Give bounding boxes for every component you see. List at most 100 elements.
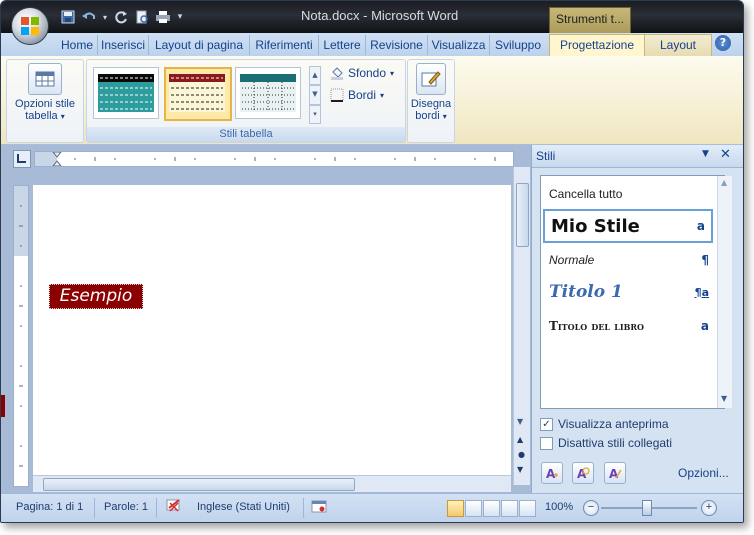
status-divider: [156, 498, 157, 518]
browse-object-icon[interactable]: ●: [518, 450, 525, 459]
tab-riferimenti[interactable]: Riferimenti: [250, 35, 319, 55]
gallery-down-icon[interactable]: ▼: [309, 85, 321, 105]
horizontal-ruler[interactable]: [34, 151, 514, 167]
zoom-slider-thumb[interactable]: [642, 500, 652, 516]
previous-page-icon[interactable]: ▲: [517, 435, 523, 444]
opzioni-label-1: Opzioni stile: [15, 98, 75, 110]
styles-pane: Stili ▼ ✕ Cancella tutto Mio Stile a Nor…: [531, 145, 743, 493]
draw-table-icon: [416, 63, 446, 95]
zoom-level[interactable]: 100%: [545, 501, 573, 513]
bordi-button[interactable]: Bordi ▾: [330, 88, 384, 102]
sample-text[interactable]: Esempio: [49, 284, 143, 309]
office-logo-icon: [21, 17, 39, 35]
table-style-teal[interactable]: [93, 67, 159, 119]
print-layout-view-icon[interactable]: [447, 500, 464, 517]
opzioni-link[interactable]: Opzioni...: [678, 466, 729, 480]
style-inspector-icon: A: [577, 467, 590, 480]
manage-styles-icon: A: [609, 467, 622, 480]
document-area: ▼ ▲ ● ▼ Esempio: [1, 145, 531, 493]
disegna-bordi-button[interactable]: Disegna bordi ▾: [409, 63, 453, 122]
tab-layout-di-pagina[interactable]: Layout di pagina: [149, 35, 250, 55]
table-style-grid[interactable]: [235, 67, 301, 119]
style-item-normale[interactable]: Normale ¶: [543, 245, 715, 275]
style-item-titolo-1[interactable]: Titolo 1 ¶a: [543, 277, 715, 307]
styles-pane-title: Stili: [536, 149, 556, 163]
horizontal-scrollbar[interactable]: [33, 475, 511, 492]
scroll-up-icon[interactable]: ▲: [721, 178, 727, 187]
gallery-more-icon[interactable]: ▾: [309, 104, 321, 124]
horizontal-scroll-thumb[interactable]: [43, 478, 355, 491]
table-style-red[interactable]: [164, 67, 232, 121]
chevron-down-icon: ▾: [380, 90, 385, 100]
tab-visualizza[interactable]: Visualizza: [428, 35, 490, 55]
language[interactable]: Inglese (Stati Uniti): [197, 501, 290, 513]
style-item-mio-stile[interactable]: Mio Stile a: [543, 209, 713, 243]
outline-view-icon[interactable]: [501, 500, 518, 517]
status-bar: Pagina: 1 di 1 Parole: 1 Inglese (Stati …: [1, 493, 743, 522]
tab-selector-icon[interactable]: [13, 150, 31, 168]
show-preview-label: Visualizza anteprima: [558, 417, 669, 431]
show-preview-option[interactable]: ✓ Visualizza anteprima: [540, 417, 669, 431]
gallery-up-icon[interactable]: ▲: [309, 66, 321, 86]
style-item-titolo-del-libro[interactable]: Titolo del libro a: [543, 311, 715, 341]
zoom-out-icon[interactable]: −: [583, 500, 599, 516]
undo-icon[interactable]: [80, 8, 98, 26]
quick-access-toolbar: ▾ ▾: [59, 8, 185, 26]
checkbox-checked-icon[interactable]: ✓: [540, 417, 553, 431]
help-icon[interactable]: ?: [715, 35, 731, 51]
tab-inserisci[interactable]: Inserisci: [98, 35, 149, 55]
new-style-icon: A: [546, 467, 558, 480]
scroll-down-icon[interactable]: ▼: [517, 417, 523, 426]
status-divider: [94, 498, 95, 518]
full-screen-reading-icon[interactable]: [465, 500, 482, 517]
draft-view-icon[interactable]: [519, 500, 536, 517]
bordi-label: Bordi: [348, 88, 377, 102]
macro-recording-icon[interactable]: [311, 498, 327, 517]
checkbox-unchecked-icon[interactable]: [540, 436, 553, 450]
style-item-cancella-tutto[interactable]: Cancella tutto: [543, 179, 715, 209]
quick-print-icon[interactable]: [154, 8, 172, 26]
tab-layout[interactable]: Layout: [644, 34, 712, 57]
close-icon[interactable]: ✕: [720, 147, 731, 162]
pane-menu-icon[interactable]: ▼: [702, 149, 709, 159]
change-bar: [1, 395, 5, 417]
group-disegna-bordi: Disegna bordi ▾: [407, 59, 455, 143]
vertical-scrollbar[interactable]: ▼ ▲ ● ▼: [513, 167, 530, 485]
web-layout-icon[interactable]: [483, 500, 500, 517]
tab-home[interactable]: Home: [57, 35, 98, 55]
disegna-label-2: bordi: [415, 110, 440, 122]
redo-icon[interactable]: [112, 8, 130, 26]
vertical-scroll-thumb[interactable]: [516, 183, 529, 247]
gallery-scroll: ▲ ▼ ▾: [309, 66, 321, 124]
style-list: Cancella tutto Mio Stile a Normale ¶ Tit…: [540, 175, 732, 409]
page-count[interactable]: Pagina: 1 di 1: [16, 501, 83, 513]
disable-linked-label: Disattiva stili collegati: [558, 436, 673, 450]
tab-sviluppo[interactable]: Sviluppo: [490, 35, 546, 55]
opzioni-stile-tabella-button[interactable]: Opzioni stile tabella ▾: [9, 63, 81, 122]
style-inspector-button[interactable]: A: [572, 462, 594, 484]
document-page[interactable]: Esempio: [33, 185, 511, 485]
tab-lettere[interactable]: Lettere: [319, 35, 366, 55]
styles-pane-header: Stili ▼ ✕: [532, 145, 743, 168]
tab-progettazione[interactable]: Progettazione: [549, 34, 645, 57]
print-preview-icon[interactable]: [133, 8, 151, 26]
zoom-in-icon[interactable]: +: [701, 500, 717, 516]
save-icon[interactable]: [59, 8, 77, 26]
customize-qat-icon[interactable]: ▾: [175, 8, 185, 26]
tab-revisione[interactable]: Revisione: [366, 35, 428, 55]
undo-dropdown-icon[interactable]: ▾: [101, 8, 109, 26]
scroll-down-icon[interactable]: ▼: [721, 394, 727, 403]
sfondo-button[interactable]: Sfondo ▾: [330, 66, 394, 80]
proofing-icon[interactable]: [165, 498, 183, 517]
new-style-button[interactable]: A: [541, 462, 563, 484]
style-list-scrollbar[interactable]: ▲ ▼: [717, 176, 732, 408]
manage-styles-button[interactable]: A: [604, 462, 626, 484]
group-opzioni-stile: Opzioni stile tabella ▾: [6, 59, 84, 143]
ribbon: Opzioni stile tabella ▾ ▲ ▼ ▾ Sfondo ▾ B…: [1, 56, 743, 145]
word-count[interactable]: Parole: 1: [104, 501, 148, 513]
character-style-icon: a: [696, 219, 705, 233]
disable-linked-option[interactable]: Disattiva stili collegati: [540, 436, 672, 450]
next-page-icon[interactable]: ▼: [517, 465, 523, 474]
vertical-ruler[interactable]: [13, 185, 29, 487]
office-button[interactable]: [11, 7, 49, 45]
